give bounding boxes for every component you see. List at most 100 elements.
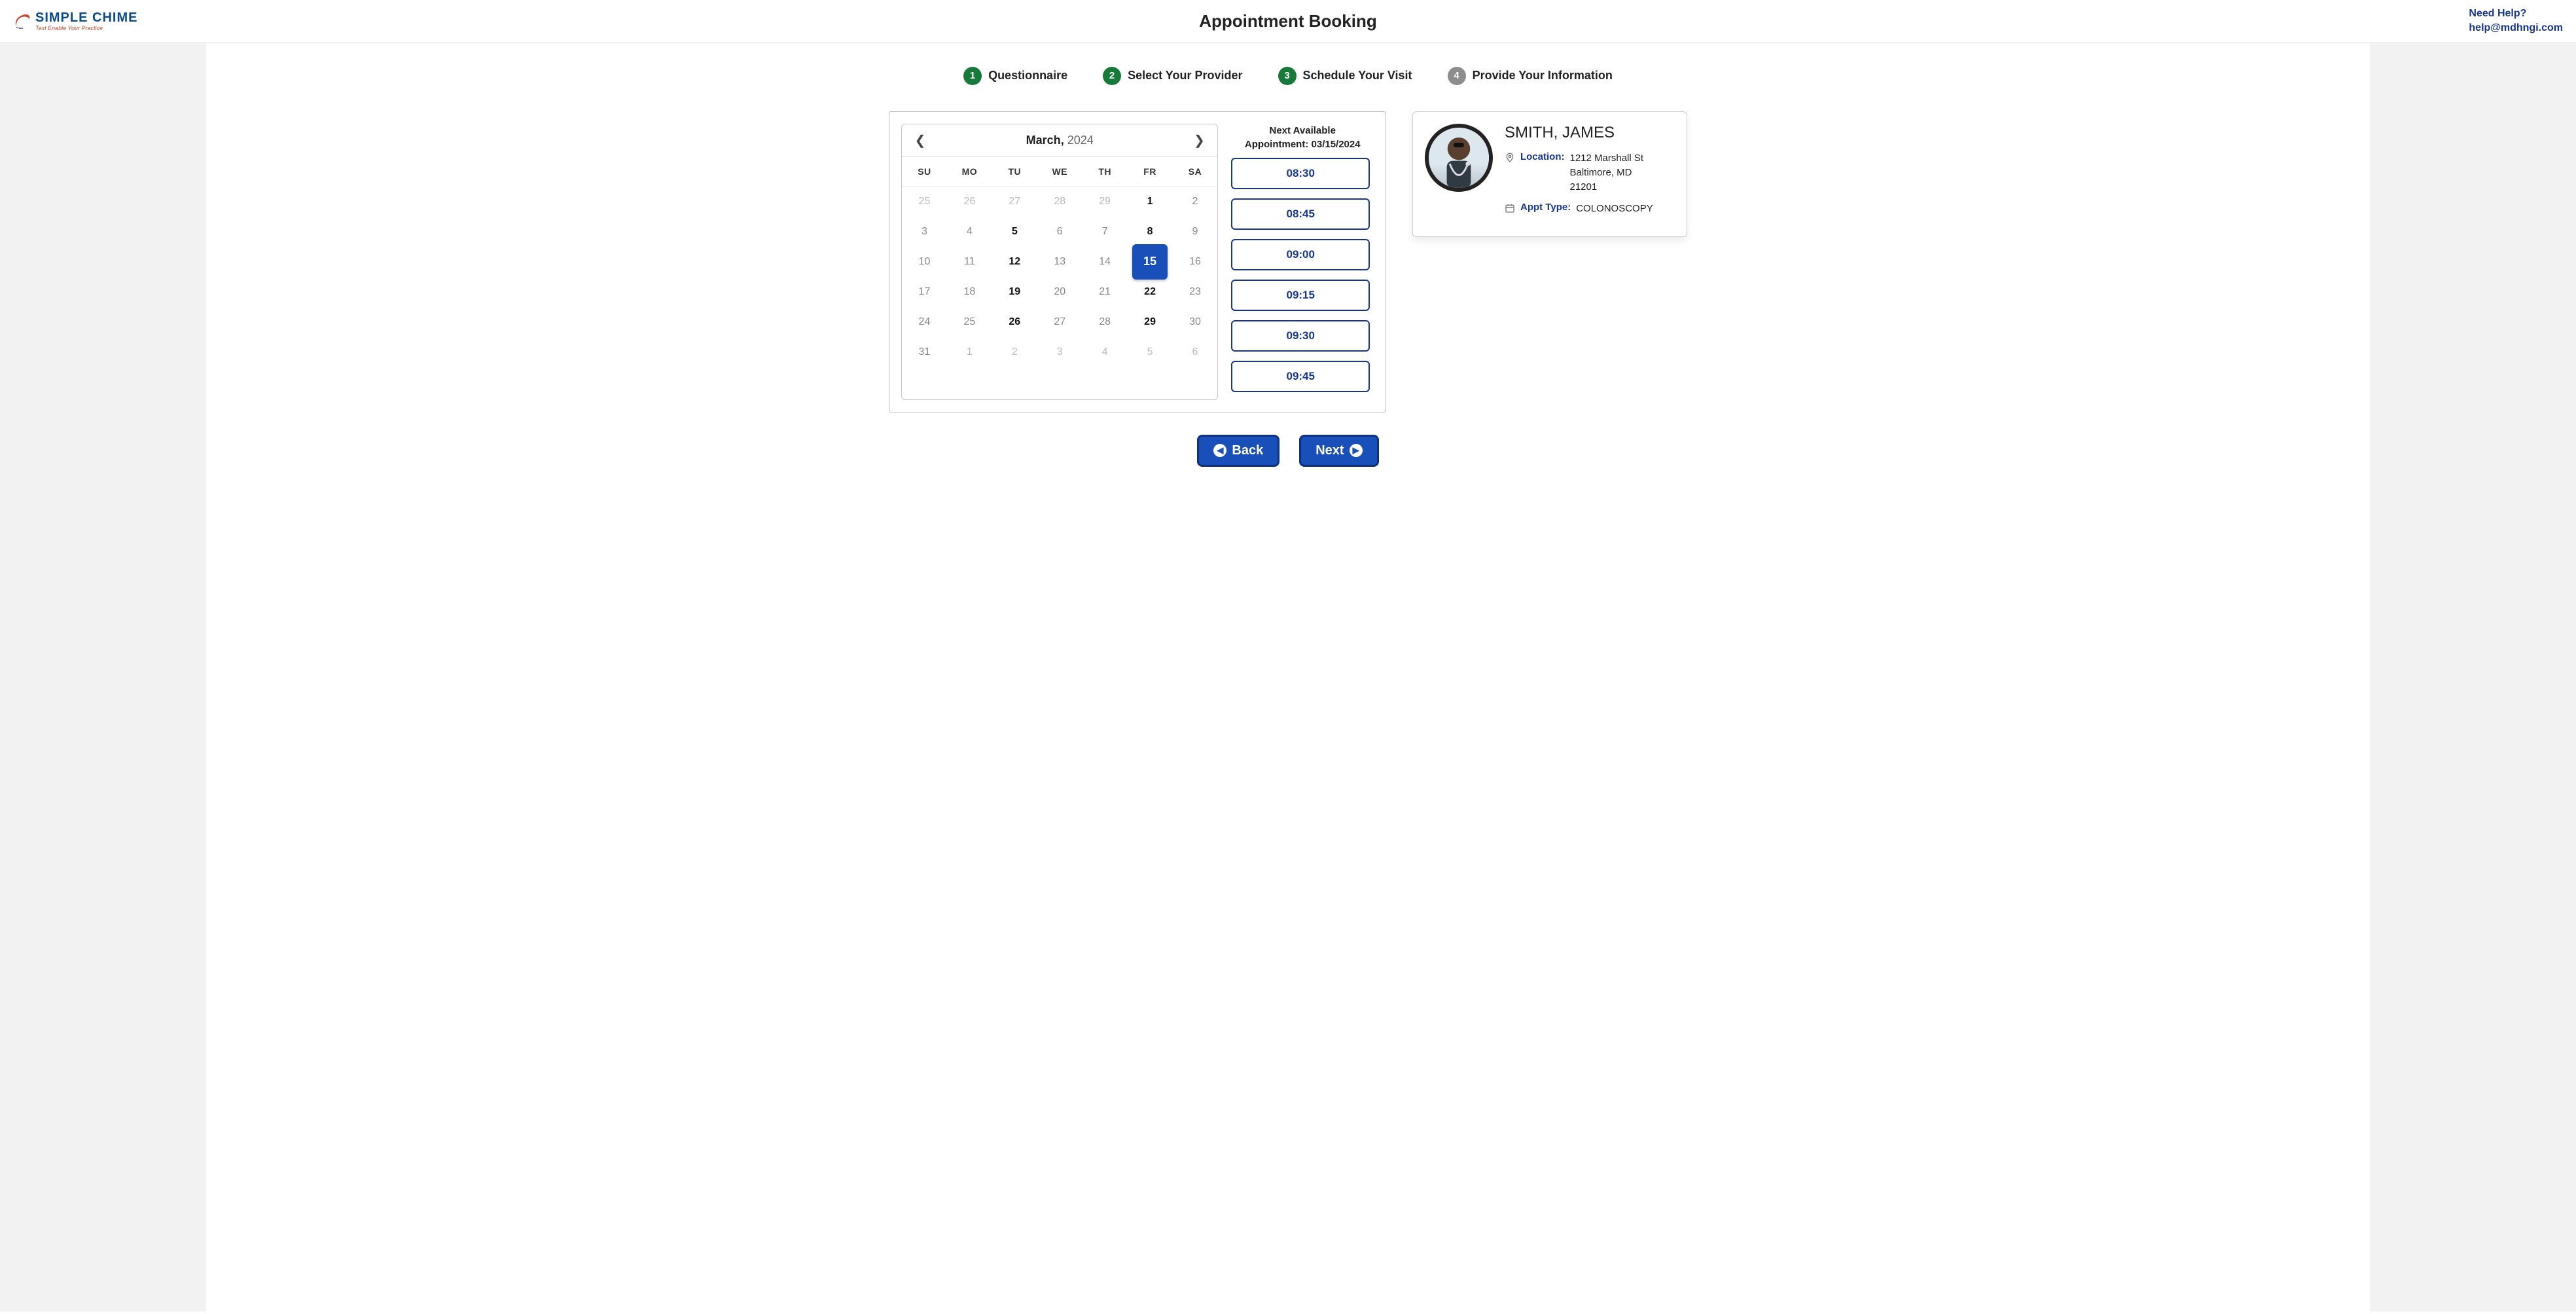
calendar-day: 28: [1037, 187, 1082, 217]
timeslot-button[interactable]: 09:45: [1231, 361, 1370, 392]
logo-tagline: Text Enable Your Practice: [35, 26, 137, 31]
timeslot-button[interactable]: 09:00: [1231, 239, 1370, 270]
calendar-grid: 2526272829123456789101112131415161718192…: [902, 187, 1217, 367]
step-label: Select Your Provider: [1128, 69, 1242, 82]
calendar-day[interactable]: 5: [992, 217, 1037, 247]
logo: SIMPLE CHIME Text Enable Your Practice: [13, 11, 137, 31]
help-email[interactable]: help@mdhngi.com: [2469, 21, 2563, 35]
calendar-day[interactable]: 22: [1128, 277, 1173, 307]
calendar-dow: FR: [1128, 157, 1173, 186]
main-row: ❮ March, 2024 ❯ SUMOTUWETHFRSA 252627282…: [206, 111, 2370, 412]
calendar-day[interactable]: 24: [902, 307, 947, 337]
calendar-day: 5: [1128, 337, 1173, 367]
calendar-day[interactable]: 29: [1128, 307, 1173, 337]
calendar-day[interactable]: 28: [1082, 307, 1128, 337]
location-row: Location: 1212 Marshall St Baltimore, MD…: [1505, 151, 1673, 194]
location-label: Location:: [1520, 151, 1565, 162]
timeslot-button[interactable]: 09:30: [1231, 320, 1370, 352]
calendar-next-button[interactable]: ❯: [1191, 132, 1207, 149]
calendar-day[interactable]: 1: [1128, 187, 1173, 217]
calendar-day[interactable]: 25: [947, 307, 992, 337]
calendar-day: 6: [1173, 337, 1218, 367]
provider-info: SMITH, JAMES Location: 1212 Marshall St …: [1505, 124, 1673, 225]
timeslot-button[interactable]: 08:30: [1231, 158, 1370, 189]
timeslot-button[interactable]: 09:15: [1231, 280, 1370, 311]
location-pin-icon: [1505, 153, 1515, 166]
calendar-day[interactable]: 18: [947, 277, 992, 307]
next-button[interactable]: Next ▶: [1299, 435, 1378, 467]
step-badge: 2: [1103, 67, 1121, 85]
calendar-day[interactable]: 26: [992, 307, 1037, 337]
calendar-row: 252627282912: [902, 187, 1217, 217]
calendar-day[interactable]: 31: [902, 337, 947, 367]
calendar-month: March,: [1026, 134, 1064, 147]
top-bar: SIMPLE CHIME Text Enable Your Practice A…: [0, 0, 2576, 43]
calendar-prev-button[interactable]: ❮: [912, 132, 928, 149]
help-block: Need Help? help@mdhngi.com: [2469, 7, 2563, 36]
back-button[interactable]: ◀ Back: [1197, 435, 1279, 467]
calendar-day: 4: [1082, 337, 1128, 367]
step-3: 3 Schedule Your Visit: [1278, 67, 1412, 85]
chevron-left-icon: ◀: [1213, 444, 1226, 457]
calendar-day[interactable]: 6: [1037, 217, 1082, 247]
calendar-day[interactable]: 4: [947, 217, 992, 247]
schedule-panel: ❮ March, 2024 ❯ SUMOTUWETHFRSA 252627282…: [889, 111, 1386, 412]
timeslot-button[interactable]: 08:45: [1231, 198, 1370, 230]
calendar-day[interactable]: 9: [1173, 217, 1218, 247]
calendar-day[interactable]: 20: [1037, 277, 1082, 307]
calendar-day: 29: [1082, 187, 1128, 217]
next-button-label: Next: [1315, 443, 1344, 458]
help-prompt: Need Help?: [2469, 7, 2563, 21]
step-1: 1Questionnaire: [963, 67, 1067, 85]
provider-avatar: [1425, 124, 1493, 192]
timeslots-column: Next Available Appointment: 03/15/2024 0…: [1231, 124, 1374, 400]
calendar-day[interactable]: 14: [1082, 247, 1128, 277]
calendar-day[interactable]: 30: [1173, 307, 1218, 337]
address-line1: 1212 Marshall St: [1569, 151, 1643, 165]
step-badge: 3: [1278, 67, 1297, 85]
timeslots-title-line1: Next Available: [1231, 124, 1374, 137]
step-4: 4Provide Your Information: [1448, 67, 1613, 85]
calendar-day[interactable]: 13: [1037, 247, 1082, 277]
calendar-day: 3: [1037, 337, 1082, 367]
provider-card: SMITH, JAMES Location: 1212 Marshall St …: [1412, 111, 1687, 237]
calendar-day[interactable]: 19: [992, 277, 1037, 307]
step-badge: 4: [1448, 67, 1466, 85]
calendar-day[interactable]: 8: [1128, 217, 1173, 247]
calendar-dow: SA: [1173, 157, 1218, 186]
calendar-day: 27: [992, 187, 1037, 217]
address-line2: Baltimore, MD: [1569, 166, 1643, 179]
calendar-day[interactable]: 15: [1128, 247, 1173, 277]
calendar-dow: TU: [992, 157, 1037, 186]
content-panel: 1Questionnaire2Select Your Provider3Sche…: [206, 43, 2370, 1311]
back-button-label: Back: [1232, 443, 1263, 458]
calendar-row: 24252627282930: [902, 307, 1217, 337]
timeslots-title: Next Available Appointment: 03/15/2024: [1231, 124, 1374, 151]
calendar-day: 1: [947, 337, 992, 367]
step-2: 2 Select Your Provider: [1103, 67, 1242, 85]
calendar-day[interactable]: 16: [1173, 247, 1218, 277]
calendar-dow-row: SUMOTUWETHFRSA: [902, 157, 1217, 187]
calendar-day-selected[interactable]: 15: [1132, 244, 1168, 280]
calendar-day[interactable]: 11: [947, 247, 992, 277]
calendar-day[interactable]: 27: [1037, 307, 1082, 337]
logo-swoosh-icon: [13, 12, 31, 30]
calendar-row: 10111213141516: [902, 247, 1217, 277]
timeslots-scroll[interactable]: 08:30 08:45 09:00 09:15 09:30 09:45: [1231, 158, 1374, 400]
timeslots-title-line2: Appointment: 03/15/2024: [1231, 137, 1374, 151]
calendar-day[interactable]: 21: [1082, 277, 1128, 307]
calendar-day[interactable]: 23: [1173, 277, 1218, 307]
step-label: Schedule Your Visit: [1303, 69, 1412, 82]
calendar-day[interactable]: 7: [1082, 217, 1128, 247]
calendar-day[interactable]: 3: [902, 217, 947, 247]
avatar-image: [1429, 128, 1489, 188]
logo-text: SIMPLE CHIME: [35, 11, 137, 24]
calendar-day[interactable]: 10: [902, 247, 947, 277]
chevron-right-icon: ▶: [1350, 444, 1363, 457]
calendar-day[interactable]: 2: [1173, 187, 1218, 217]
calendar-day[interactable]: 17: [902, 277, 947, 307]
step-label: Questionnaire: [988, 69, 1067, 82]
calendar-year: 2024: [1067, 134, 1094, 147]
calendar-day[interactable]: 12: [992, 247, 1037, 277]
calendar-row: 3456789: [902, 217, 1217, 247]
